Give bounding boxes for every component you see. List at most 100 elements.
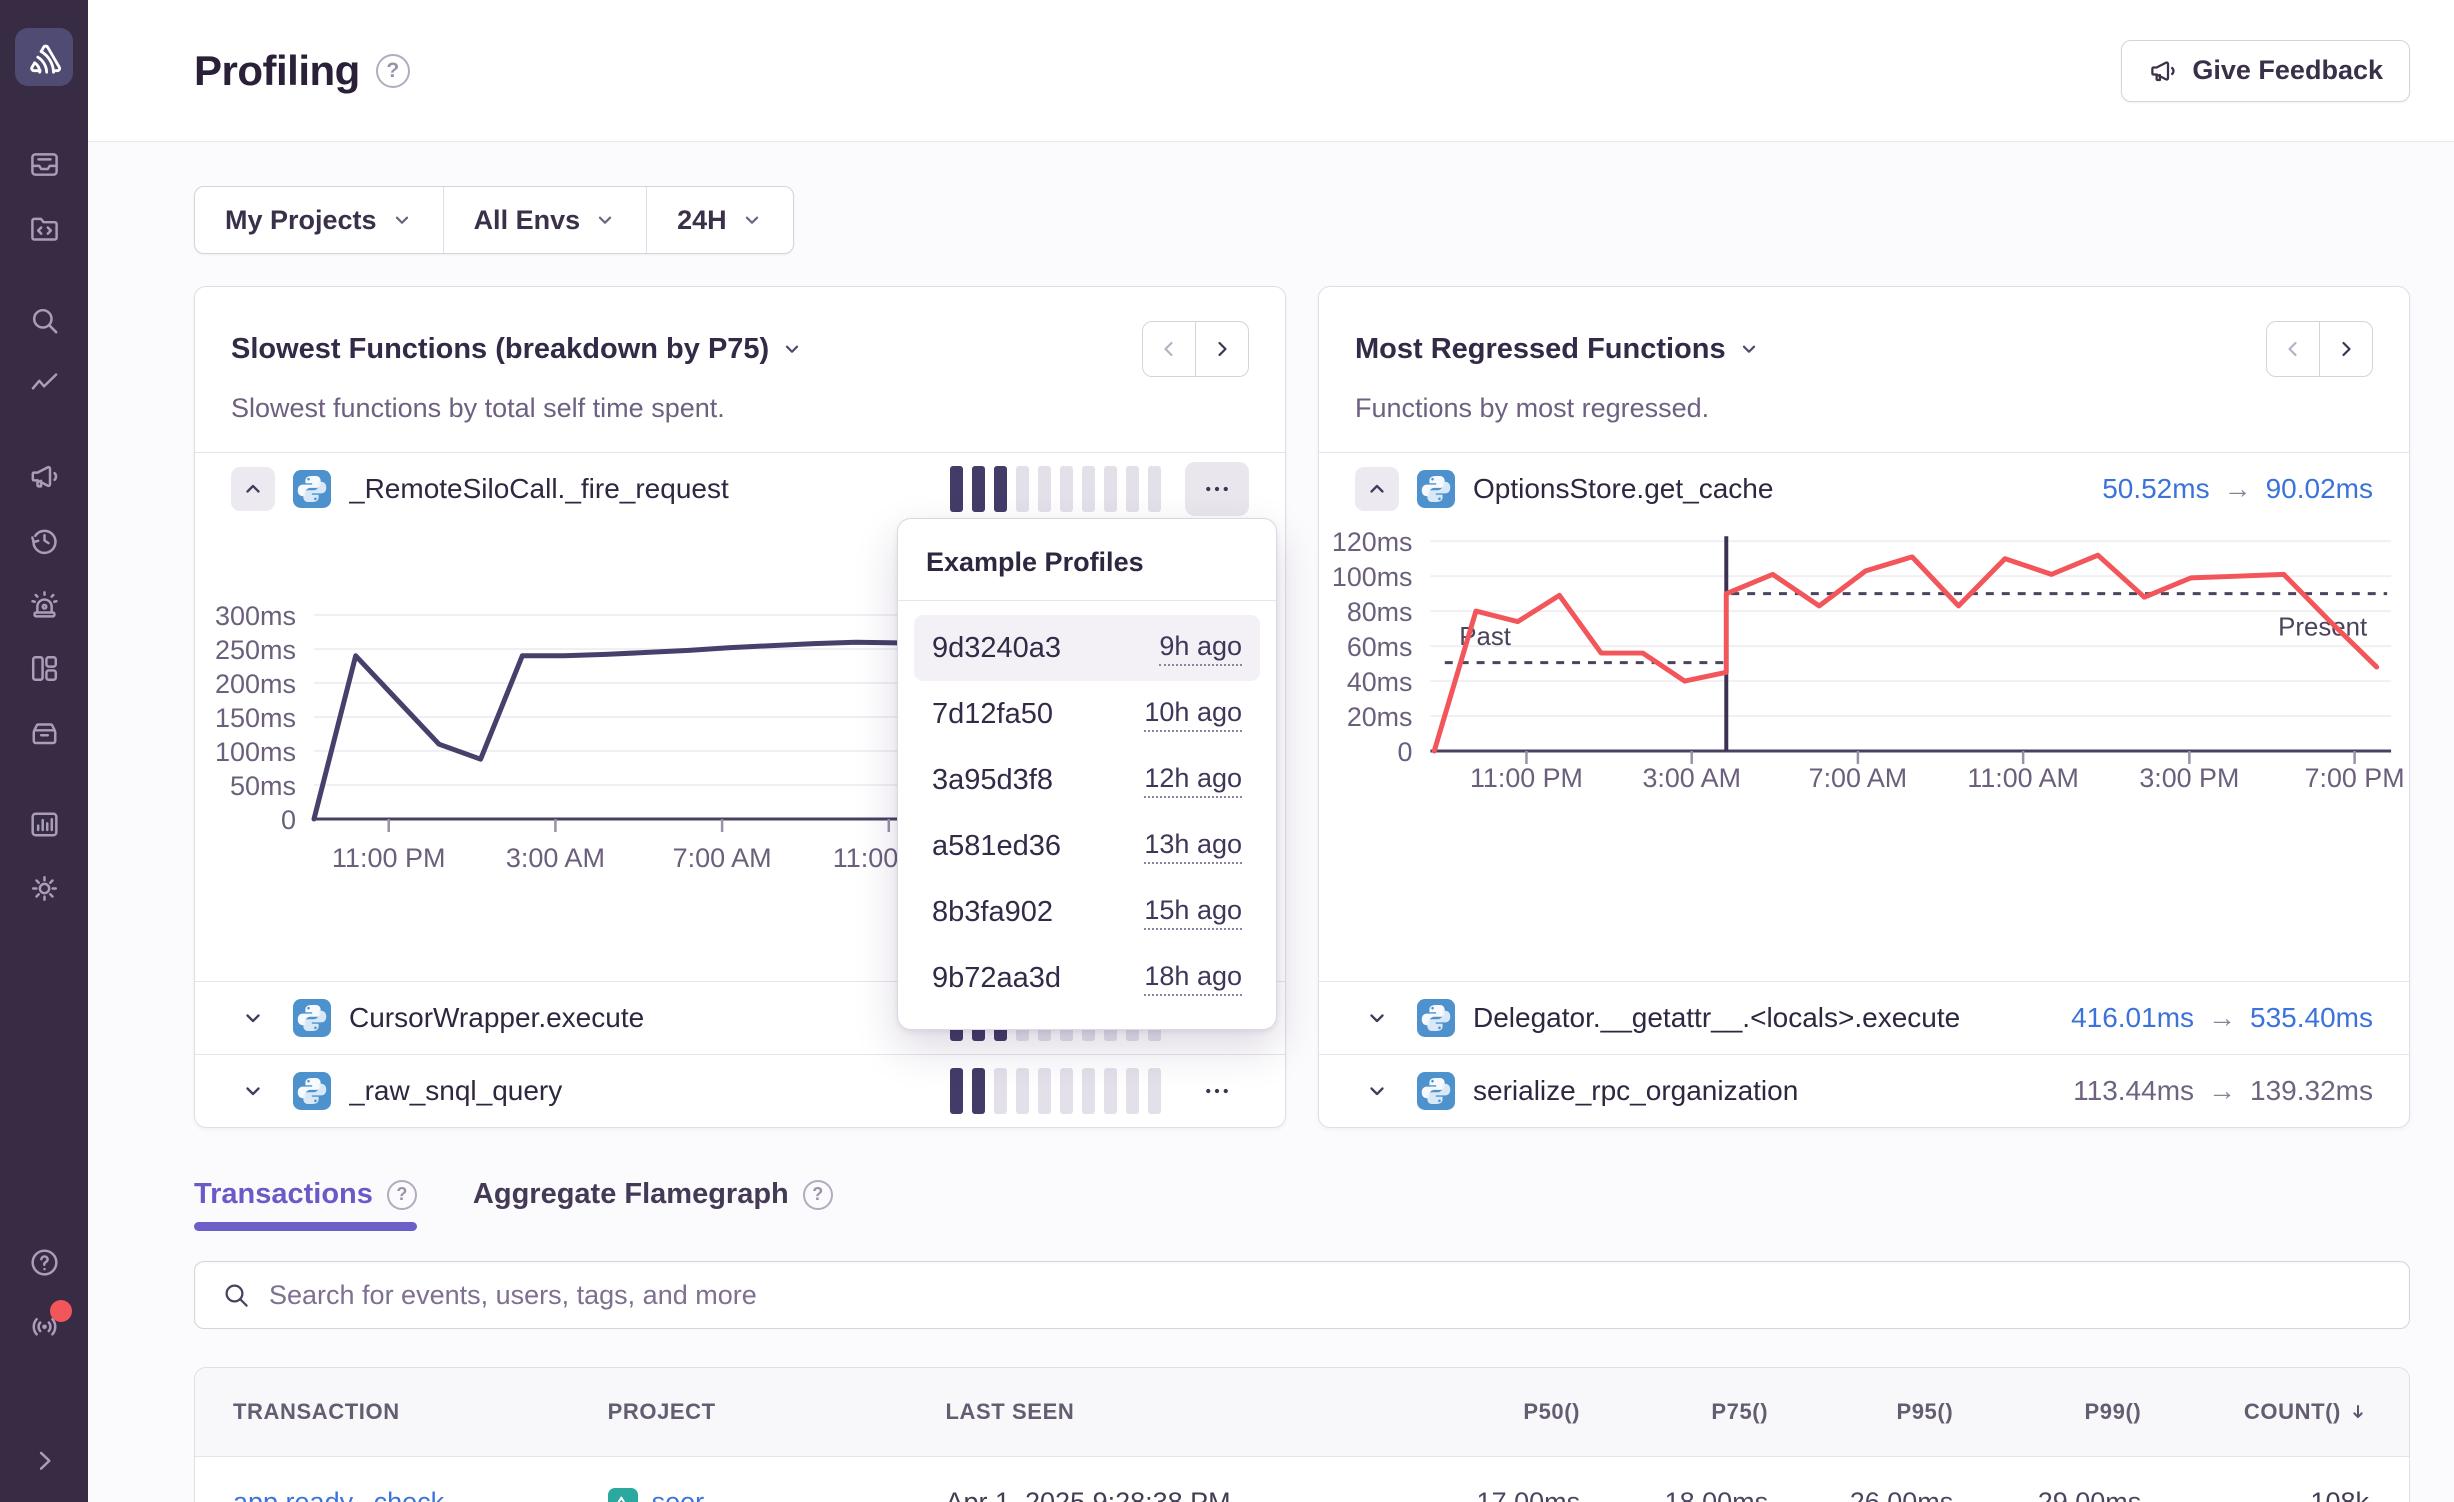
column-header-label: P50(): [1523, 1399, 1580, 1425]
profile-id[interactable]: 7d12fa50: [932, 698, 1053, 731]
sidebar-item-stats[interactable]: [22, 802, 66, 846]
profile-id[interactable]: 9d3240a3: [932, 632, 1061, 665]
search-input[interactable]: [269, 1280, 2383, 1311]
sentry-logo[interactable]: [15, 28, 73, 86]
profile-id[interactable]: 8b3fa902: [932, 896, 1053, 929]
tab-aggregate-flamegraph[interactable]: Aggregate Flamegraph ?: [473, 1178, 833, 1231]
duration-bar: [1082, 466, 1095, 512]
duration-bar: [1126, 1068, 1139, 1114]
sidebar-item-whats-new[interactable]: [22, 1304, 66, 1348]
profile-age[interactable]: 13h ago: [1144, 829, 1242, 864]
chevron-left-icon: [1157, 337, 1181, 361]
column-header-p50[interactable]: P50(): [1401, 1399, 1580, 1425]
tab-transactions[interactable]: Transactions ?: [194, 1178, 417, 1231]
page-help-icon[interactable]: ?: [376, 54, 410, 88]
function-row[interactable]: serialize_rpc_organization113.44ms→139.3…: [1319, 1055, 2409, 1127]
date-range-filter-label: 24H: [677, 205, 727, 236]
expand-row-button[interactable]: [231, 996, 275, 1040]
profile-item[interactable]: a581ed36 13h ago: [914, 813, 1260, 879]
column-header-lastseen[interactable]: LAST SEEN: [945, 1399, 1400, 1425]
column-header-transaction[interactable]: TRANSACTION: [233, 1399, 608, 1425]
profile-age[interactable]: 9h ago: [1159, 631, 1242, 666]
svg-text:40ms: 40ms: [1347, 667, 1413, 697]
slowest-panel-header: Slowest Functions (breakdown by P75) Slo…: [195, 287, 1285, 452]
expand-row-button[interactable]: [1355, 1069, 1399, 1113]
project-filter[interactable]: My Projects: [195, 187, 443, 253]
sidebar-item-issues[interactable]: [22, 142, 66, 186]
profile-age[interactable]: 15h ago: [1144, 895, 1242, 930]
project-icon: [608, 1488, 638, 1502]
table-header-row: TRANSACTION PROJECTLAST SEEN P50()P75()P95…: [195, 1368, 2409, 1456]
column-header-p75[interactable]: P75(): [1580, 1399, 1768, 1425]
collapse-row-button[interactable]: [231, 467, 275, 511]
sidebar-item-feedback[interactable]: [22, 454, 66, 498]
more-options-button[interactable]: [1185, 462, 1249, 516]
table-row[interactable]: app.ready._checkseerApr 1, 2025 9:28:38 …: [195, 1456, 2409, 1502]
expand-row-button[interactable]: [231, 1069, 275, 1113]
column-header-p95[interactable]: P95(): [1768, 1399, 1953, 1425]
chevron-down-icon: [1365, 1006, 1389, 1030]
function-row-right: 113.44ms→139.32ms: [2073, 1075, 2373, 1107]
regressed-panel-header: Most Regressed Functions Functions by mo…: [1319, 287, 2409, 452]
profile-age[interactable]: 18h ago: [1144, 961, 1242, 996]
function-row[interactable]: _raw_snql_query: [195, 1055, 1285, 1127]
duration-bars: [950, 1068, 1161, 1114]
profile-id[interactable]: 9b72aa3d: [932, 962, 1061, 995]
aggregate-flamegraph-help-icon[interactable]: ?: [803, 1180, 833, 1210]
regression-delta[interactable]: 50.52ms→90.02ms: [2102, 473, 2373, 505]
next-page-button[interactable]: [2319, 321, 2373, 377]
column-header-project[interactable]: PROJECT: [608, 1399, 946, 1425]
duration-bar: [1104, 466, 1117, 512]
profile-age[interactable]: 12h ago: [1144, 763, 1242, 798]
python-icon: [293, 470, 331, 508]
sidebar-item-alerts[interactable]: [22, 582, 66, 626]
profile-item[interactable]: 9d3240a3 9h ago: [914, 615, 1260, 681]
sidebar-item-replays[interactable]: [22, 518, 66, 562]
sidebar-item-traces[interactable]: [22, 362, 66, 406]
profile-item[interactable]: 3a95d3f8 12h ago: [914, 747, 1260, 813]
date-range-filter[interactable]: 24H: [646, 187, 793, 253]
profile-age[interactable]: 10h ago: [1144, 697, 1242, 732]
sidebar-item-settings[interactable]: [22, 866, 66, 910]
duration-bar: [1016, 1068, 1029, 1114]
function-row[interactable]: _RemoteSiloCall._fire_request: [195, 453, 1285, 525]
collapse-row-button[interactable]: [1355, 467, 1399, 511]
profile-item[interactable]: 9b72aa3d 18h ago: [914, 945, 1260, 1011]
slowest-panel-title[interactable]: Slowest Functions (breakdown by P75): [231, 333, 803, 366]
column-header-count[interactable]: COUNT(): [2141, 1399, 2369, 1425]
previous-page-button[interactable]: [2266, 321, 2320, 377]
column-header-label: TRANSACTION: [233, 1399, 400, 1425]
previous-page-button[interactable]: [1142, 321, 1196, 377]
regression-delta[interactable]: 416.01ms→535.40ms: [2071, 1002, 2373, 1034]
chevron-down-icon: [391, 209, 413, 231]
sidebar-item-releases[interactable]: [22, 710, 66, 754]
sidebar-item-dashboards[interactable]: [22, 646, 66, 690]
transaction-link[interactable]: app.ready._check: [233, 1487, 444, 1502]
profile-item[interactable]: 7d12fa50 10h ago: [914, 681, 1260, 747]
next-page-button[interactable]: [1195, 321, 1249, 377]
regression-delta[interactable]: 113.44ms→139.32ms: [2073, 1075, 2373, 1107]
settings-icon: [28, 872, 61, 905]
sidebar-expand-button[interactable]: [22, 1438, 66, 1482]
profile-id[interactable]: a581ed36: [932, 830, 1061, 863]
profile-item[interactable]: 8b3fa902 15h ago: [914, 879, 1260, 945]
sidebar-item-help[interactable]: [22, 1240, 66, 1284]
sidebar-item-projects[interactable]: [22, 206, 66, 250]
regressed-panel-title[interactable]: Most Regressed Functions: [1355, 333, 1760, 366]
column-header-label: LAST SEEN: [945, 1399, 1074, 1425]
function-row[interactable]: OptionsStore.get_cache50.52ms→90.02ms: [1319, 453, 2409, 525]
transactions-help-icon[interactable]: ?: [387, 1180, 417, 1210]
expand-row-button[interactable]: [1355, 996, 1399, 1040]
function-row[interactable]: Delegator.__getattr__.<locals>.execute41…: [1319, 982, 2409, 1054]
give-feedback-button[interactable]: Give Feedback: [2121, 40, 2410, 102]
chevron-down-icon: [1365, 1079, 1389, 1103]
more-options-button[interactable]: [1185, 1064, 1249, 1118]
profile-id[interactable]: 3a95d3f8: [932, 764, 1053, 797]
project-link[interactable]: seer: [652, 1487, 705, 1502]
column-header-p99[interactable]: P99(): [1953, 1399, 2141, 1425]
svg-text:150ms: 150ms: [215, 703, 296, 733]
sidebar-item-explore[interactable]: [22, 298, 66, 342]
environment-filter[interactable]: All Envs: [443, 187, 647, 253]
p99-cell: 29.00ms: [1953, 1487, 2141, 1502]
svg-text:300ms: 300ms: [215, 601, 296, 631]
